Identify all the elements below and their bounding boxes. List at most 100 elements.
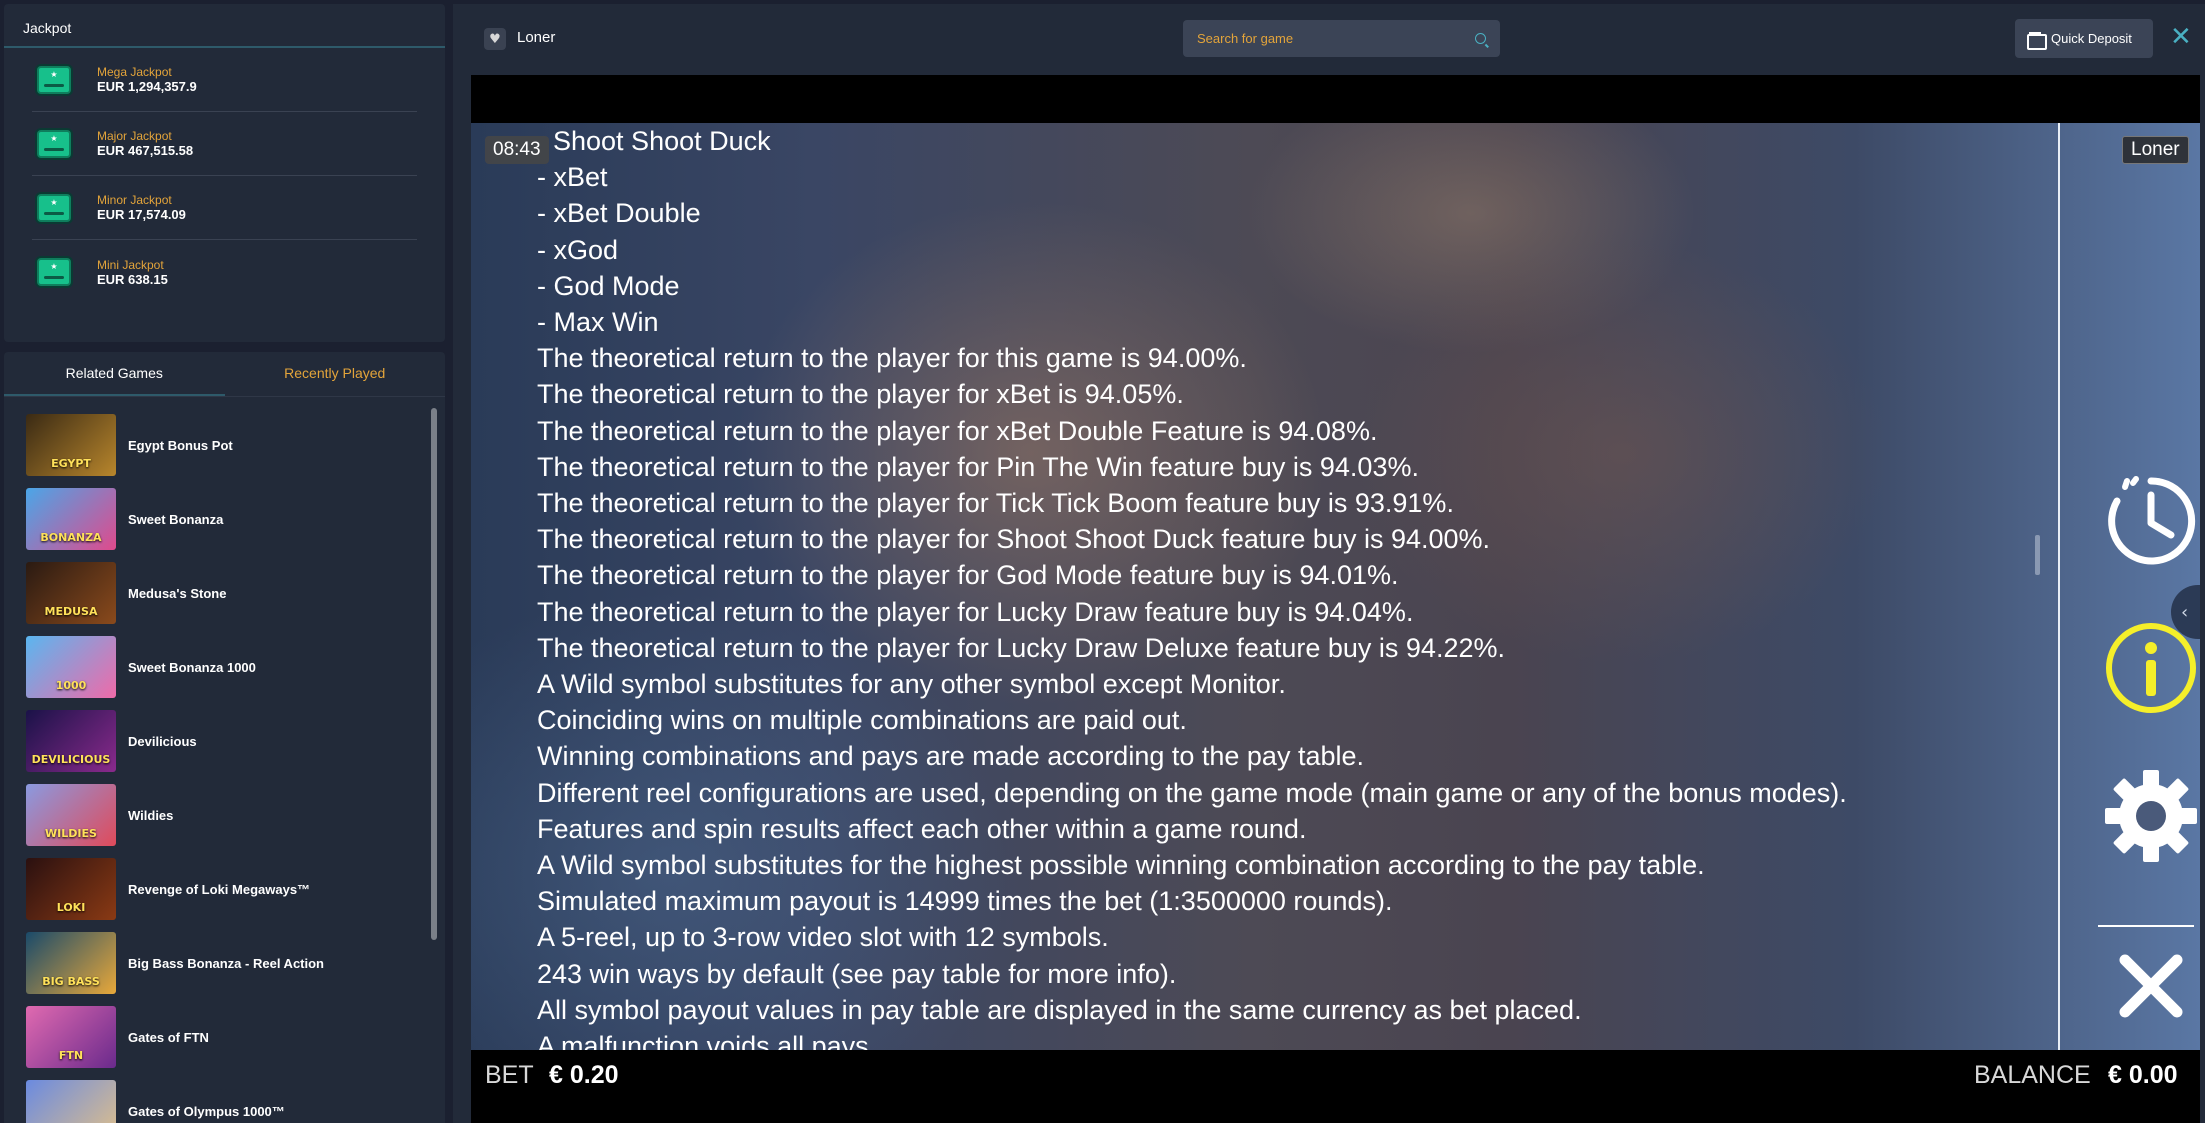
quick-deposit-label: Quick Deposit bbox=[2051, 31, 2132, 46]
jackpot-row-mega: Mega Jackpot EUR 1,294,357.9 bbox=[32, 48, 417, 112]
game-list-item[interactable]: LOKI Revenge of Loki Megaways™ bbox=[4, 852, 432, 926]
game-thumbnail[interactable]: EGYPT bbox=[26, 414, 116, 476]
game-list-item[interactable]: MEDUSA Medusa's Stone bbox=[4, 556, 432, 630]
game-list-item[interactable]: DEVILICIOUS Devilicious bbox=[4, 704, 432, 778]
main-panel: ♥ Loner Quick Deposit ✕ Shoot Shoot Duck… bbox=[453, 4, 2205, 1123]
game-title[interactable]: Devilicious bbox=[128, 734, 197, 749]
game-title[interactable]: Gates of Olympus 1000™ bbox=[128, 1104, 285, 1119]
game-thumbnail[interactable]: WILDIES bbox=[26, 784, 116, 846]
tab-related-games[interactable]: Related Games bbox=[4, 352, 225, 396]
info-subitems: - xBet - xBet Double - xGod - God Mode - Max… bbox=[537, 159, 2037, 340]
info-bullet: Winning combinations and pays are made a… bbox=[537, 738, 2037, 774]
game-title[interactable]: Sweet Bonanza 1000 bbox=[128, 660, 256, 675]
info-scroll-thumb[interactable] bbox=[2035, 535, 2040, 575]
game-name: Loner bbox=[517, 29, 556, 46]
info-bullet: Features and spin results affect each ot… bbox=[537, 811, 2037, 847]
game-title[interactable]: Sweet Bonanza bbox=[128, 512, 223, 527]
game-title[interactable]: Wildies bbox=[128, 808, 173, 823]
info-bullet: A Wild symbol substitutes for the highes… bbox=[537, 847, 2037, 883]
jackpot-badge-icon bbox=[35, 253, 73, 291]
jackpot-amount: EUR 638.15 bbox=[97, 271, 168, 287]
search-icon[interactable] bbox=[1475, 33, 1486, 44]
side-divider bbox=[2098, 925, 2194, 927]
info-bullet: The theoretical return to the player for… bbox=[537, 449, 2037, 485]
jackpot-row-major: Major Jackpot EUR 467,515.58 bbox=[32, 112, 417, 176]
game-list-item[interactable]: EGYPT Egypt Bonus Pot bbox=[4, 408, 432, 482]
game-thumbnail-label: FTN bbox=[58, 1049, 84, 1062]
game-thumbnail-label: 1000 bbox=[55, 679, 87, 692]
game-thumbnail-label: DEVILICIOUS bbox=[31, 753, 111, 766]
game-thumbnail[interactable]: BIG BASS bbox=[26, 932, 116, 994]
game-list-item[interactable]: OLYMPUS Gates of Olympus 1000™ bbox=[4, 1074, 432, 1123]
search-input[interactable] bbox=[1183, 20, 1463, 57]
info-bullet: The theoretical return to the player for… bbox=[537, 413, 2037, 449]
close-icon[interactable]: ✕ bbox=[2170, 24, 2194, 50]
game-thumbnail-label: BIG BASS bbox=[42, 975, 100, 988]
bottom-bar: BET € 0.20 BALANCE € 0.00 bbox=[471, 1050, 2200, 1098]
jackpot-list: Mega Jackpot EUR 1,294,357.9 Major Jackp… bbox=[4, 48, 445, 304]
game-list-item[interactable]: BONANZA Sweet Bonanza bbox=[4, 482, 432, 556]
game-badge: Loner bbox=[2122, 136, 2189, 164]
game-list-item[interactable]: WILDIES Wildies bbox=[4, 778, 432, 852]
game-thumbnail-label: WILDIES bbox=[45, 827, 97, 840]
info-title: Shoot Shoot Duck bbox=[553, 126, 771, 156]
info-bullet: The theoretical return to the player for… bbox=[537, 340, 2037, 376]
game-thumbnail[interactable]: FTN bbox=[26, 1006, 116, 1068]
tab-recently-played[interactable]: Recently Played bbox=[225, 352, 446, 396]
game-title[interactable]: Big Bass Bonanza - Reel Action bbox=[128, 956, 324, 971]
game-list-item[interactable]: 1000 Sweet Bonanza 1000 bbox=[4, 630, 432, 704]
heart-icon[interactable]: ♥ bbox=[484, 28, 506, 50]
info-subitem: - xBet Double bbox=[537, 198, 701, 229]
game-thumbnail[interactable]: DEVILICIOUS bbox=[26, 710, 116, 772]
info-bullets: The theoretical return to the player for… bbox=[537, 340, 2037, 1050]
history-icon[interactable] bbox=[2103, 473, 2199, 569]
info-bullet: A malfunction voids all pays. bbox=[537, 1028, 2037, 1050]
jackpot-amount: EUR 17,574.09 bbox=[97, 207, 186, 222]
jackpot-row-minor: Minor Jackpot EUR 17,574.09 bbox=[32, 176, 417, 240]
app-root: Jackpot Mega Jackpot EUR 1,294,357.9 Maj… bbox=[0, 0, 2205, 1123]
info-bullet: A Wild symbol substitutes for any other … bbox=[537, 666, 2037, 702]
info-subitem: - xGod bbox=[537, 234, 619, 265]
game-thumbnail-label: EGYPT bbox=[51, 457, 91, 470]
info-bullet: The theoretical return to the player for… bbox=[537, 376, 2037, 412]
game-title[interactable]: Gates of FTN bbox=[128, 1030, 209, 1045]
games-scrollbar[interactable] bbox=[431, 408, 437, 940]
jackpot-badge-icon bbox=[35, 189, 73, 227]
game-thumbnail[interactable]: OLYMPUS bbox=[26, 1080, 116, 1123]
info-bullet: All symbol payout values in pay table ar… bbox=[537, 992, 2037, 1028]
game-thumbnail-label: LOKI bbox=[56, 901, 86, 914]
topbar: ♥ Loner Quick Deposit ✕ bbox=[453, 4, 2205, 70]
jackpot-row-mini: Mini Jackpot EUR 638.15 bbox=[32, 240, 417, 304]
games-panel: Related Games Recently Played EGYPT Egypt… bbox=[4, 352, 445, 1123]
game-title[interactable]: Revenge of Loki Megaways™ bbox=[128, 882, 310, 897]
info-bullet: A 5-reel, up to 3-row video slot with 12… bbox=[537, 919, 2037, 955]
game-list-item[interactable]: FTN Gates of FTN bbox=[4, 1000, 432, 1074]
game-list-item[interactable]: BIG BASS Big Bass Bonanza - Reel Action bbox=[4, 926, 432, 1000]
game-title[interactable]: Egypt Bonus Pot bbox=[128, 438, 233, 453]
game-thumbnail[interactable]: LOKI bbox=[26, 858, 116, 920]
game-title[interactable]: Medusa's Stone bbox=[128, 586, 226, 601]
info-bullet: The theoretical return to the player for… bbox=[537, 485, 2037, 521]
session-timer: 08:43 bbox=[485, 136, 549, 164]
game-frame: Shoot Shoot Duck - xBet - xBet Double - xG… bbox=[471, 75, 2200, 1123]
jackpot-header: Jackpot bbox=[4, 4, 445, 48]
game-thumbnail[interactable]: 1000 bbox=[26, 636, 116, 698]
jackpot-badge-icon bbox=[35, 61, 73, 99]
quick-deposit-button[interactable]: Quick Deposit bbox=[2015, 19, 2153, 58]
jackpot-name: Mini Jackpot bbox=[97, 257, 164, 272]
jackpot-amount: EUR 1,294,357.9 bbox=[97, 79, 197, 94]
game-thumbnail[interactable]: BONANZA bbox=[26, 488, 116, 550]
balance-label: BALANCE bbox=[1974, 1061, 2091, 1089]
game-thumbnail[interactable]: MEDUSA bbox=[26, 562, 116, 624]
gear-icon[interactable] bbox=[2103, 768, 2199, 864]
game-thumbnail-label: MEDUSA bbox=[44, 605, 98, 618]
game-info-text: Shoot Shoot Duck - xBet - xBet Double - xG… bbox=[537, 123, 2037, 1050]
jackpot-name: Mega Jackpot bbox=[97, 65, 172, 79]
info-bullet: Different reel configurations are used, … bbox=[537, 775, 2037, 811]
info-bullet: Simulated maximum payout is 14999 times … bbox=[537, 883, 2037, 919]
jackpot-panel: Jackpot Mega Jackpot EUR 1,294,357.9 Maj… bbox=[4, 4, 445, 342]
games-tabs: Related Games Recently Played bbox=[4, 352, 445, 397]
close-icon[interactable] bbox=[2103, 938, 2199, 1034]
info-subitem: - God Mode bbox=[537, 270, 680, 301]
bet-value: € 0.20 bbox=[549, 1061, 619, 1089]
